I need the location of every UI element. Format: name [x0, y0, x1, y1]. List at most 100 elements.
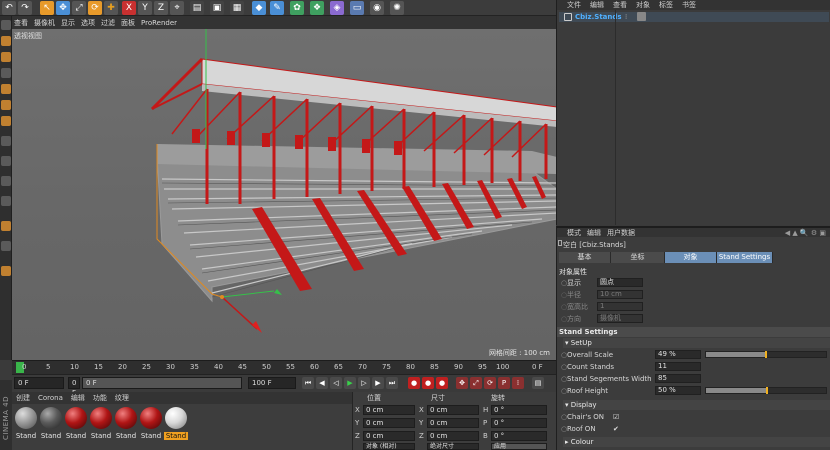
go-to-start-icon[interactable]: ⏮	[302, 377, 314, 389]
deformer-icon[interactable]: ◈	[330, 1, 344, 15]
material-swatch[interactable]: Stand	[139, 407, 163, 447]
count-stands-field[interactable]: 11	[655, 362, 701, 371]
material-menu-function[interactable]: 功能	[93, 393, 107, 403]
end-frame-field[interactable]: 100 F	[248, 377, 296, 389]
edges-mode-icon[interactable]	[1, 100, 11, 110]
move-icon[interactable]: ✥	[56, 1, 70, 15]
position-x-field[interactable]: 0 cm	[363, 405, 415, 415]
next-key-icon[interactable]: ▶	[372, 377, 384, 389]
points-mode-icon[interactable]	[1, 84, 11, 94]
workplane-icon[interactable]	[1, 68, 11, 78]
soft-selection-icon[interactable]	[1, 176, 11, 186]
size-x-field[interactable]: 0 cm	[427, 405, 479, 415]
prev-key-icon[interactable]: ◀	[316, 377, 328, 389]
tab-object[interactable]: 对象	[665, 252, 717, 263]
light-icon[interactable]: ✺	[390, 1, 404, 15]
material-menu-texture[interactable]: 纹理	[115, 393, 129, 403]
viewport-menu-options[interactable]: 选项	[81, 18, 95, 28]
attribute-menu-edit[interactable]: 编辑	[587, 228, 601, 238]
rotation-h-field[interactable]: 0 °	[491, 405, 547, 415]
overall-scale-field[interactable]: 49 %	[655, 350, 701, 359]
spline-icon[interactable]: ✎	[270, 1, 284, 15]
tag-icon[interactable]	[637, 12, 646, 21]
object-row[interactable]: Cbiz.Stands ⁞	[559, 12, 829, 22]
undo-icon[interactable]: ↶	[2, 1, 16, 15]
array-icon[interactable]: ❖	[310, 1, 324, 15]
texture-mode-icon[interactable]	[1, 52, 11, 62]
key-position-icon[interactable]: ✥	[456, 377, 468, 389]
overall-scale-slider[interactable]	[705, 351, 827, 358]
size-mode-select[interactable]: 绝对尺寸	[427, 443, 479, 450]
scale-icon[interactable]: ⤢	[72, 1, 86, 15]
material-swatch[interactable]: Stand	[39, 407, 63, 447]
model-mode-icon[interactable]	[1, 36, 11, 46]
viewport-menu-prorender[interactable]: ProRender	[141, 19, 177, 27]
record-icon[interactable]: ●	[408, 377, 420, 389]
colour-header[interactable]: ▸ Colour	[563, 437, 830, 447]
chairs-on-checkbox[interactable]: ☑	[613, 412, 619, 422]
roof-height-field[interactable]: 50 %	[655, 386, 701, 395]
timeline-menu-icon[interactable]: ▤	[532, 377, 544, 389]
viewport-menu-panel[interactable]: 面板	[121, 18, 135, 28]
position-z-field[interactable]: 0 cm	[363, 431, 415, 441]
material-menu-edit[interactable]: 编辑	[71, 393, 85, 403]
key-pla-icon[interactable]: ⁞	[512, 377, 524, 389]
visibility-dots-icon[interactable]: ⁞	[625, 13, 627, 21]
apply-button[interactable]: 应用	[491, 443, 547, 450]
attribute-menu-mode[interactable]: 模式	[567, 228, 581, 238]
axis-mode-icon[interactable]	[1, 136, 11, 146]
world-axis-icon[interactable]: ⌖	[170, 1, 184, 15]
redo-icon[interactable]: ↷	[18, 1, 32, 15]
sculpt-icon[interactable]	[1, 266, 11, 276]
camera-icon[interactable]: ◉	[370, 1, 384, 15]
object-menu-view[interactable]: 查看	[613, 0, 627, 10]
polygons-mode-icon[interactable]	[1, 116, 11, 126]
lock-icon[interactable]	[1, 241, 11, 251]
rotate-icon[interactable]: ⟳	[88, 1, 102, 15]
snap-icon[interactable]	[1, 156, 11, 166]
render-settings-icon[interactable]: ▦	[230, 1, 244, 15]
radius-field[interactable]: 10 cm	[597, 290, 643, 299]
setup-header[interactable]: ▾ SetUp	[563, 338, 830, 348]
viewport-menu-camera[interactable]: 摄像机	[34, 18, 55, 28]
tab-basic[interactable]: 基本	[559, 252, 611, 263]
material-swatch[interactable]: Stand	[64, 407, 88, 447]
object-menu-file[interactable]: 文件	[567, 0, 581, 10]
keyframe-selection-icon[interactable]: ●	[436, 377, 448, 389]
magnet-icon[interactable]	[1, 221, 11, 231]
object-menu-objects[interactable]: 对象	[636, 0, 650, 10]
nav-arrows-icon[interactable]: ◀ ▲ 🔍 ⚙ ▣	[785, 229, 830, 237]
floor-icon[interactable]: ▭	[350, 1, 364, 15]
object-menu-edit[interactable]: 编辑	[590, 0, 604, 10]
tab-stand-settings[interactable]: Stand Settings	[717, 252, 773, 263]
preview-range-slider[interactable]: 0 F	[82, 377, 242, 389]
current-frame-field[interactable]: 0 F	[14, 377, 64, 389]
roof-on-checkbox[interactable]: ✔	[613, 424, 619, 434]
rotation-b-field[interactable]: 0 °	[491, 431, 547, 441]
coordinate-mode-select[interactable]: 对象 (相对)	[363, 443, 415, 450]
start-frame-field[interactable]: 0 F	[68, 377, 80, 397]
segments-width-field[interactable]: 85	[655, 374, 701, 383]
y-axis-icon[interactable]: Y	[138, 1, 152, 15]
slider-knob[interactable]	[764, 351, 767, 358]
stadium-stand-model[interactable]	[12, 29, 556, 360]
tab-coord[interactable]: 坐标	[611, 252, 665, 263]
object-menu-bookmarks[interactable]: 书签	[682, 0, 696, 10]
key-scale-icon[interactable]: ⤢	[470, 377, 482, 389]
cube-icon[interactable]: ◆	[252, 1, 266, 15]
select-icon[interactable]: ↖	[40, 1, 54, 15]
material-menu-corona[interactable]: Corona	[38, 394, 63, 402]
material-swatch[interactable]: Stand	[114, 407, 138, 447]
add-icon[interactable]: ✚	[104, 1, 118, 15]
material-swatch[interactable]: Stand	[14, 407, 38, 447]
play-icon[interactable]: ▶	[344, 377, 356, 389]
position-y-field[interactable]: 0 cm	[363, 418, 415, 428]
next-frame-icon[interactable]: ▷	[358, 377, 370, 389]
go-to-end-icon[interactable]: ⏭	[386, 377, 398, 389]
viewport-menu-filter[interactable]: 过滤	[101, 18, 115, 28]
tweak-icon[interactable]	[1, 196, 11, 206]
prev-frame-icon[interactable]: ◁	[330, 377, 342, 389]
auto-key-icon[interactable]: ●	[422, 377, 434, 389]
render-view-icon[interactable]: ▣	[210, 1, 224, 15]
make-editable-icon[interactable]	[1, 20, 11, 30]
